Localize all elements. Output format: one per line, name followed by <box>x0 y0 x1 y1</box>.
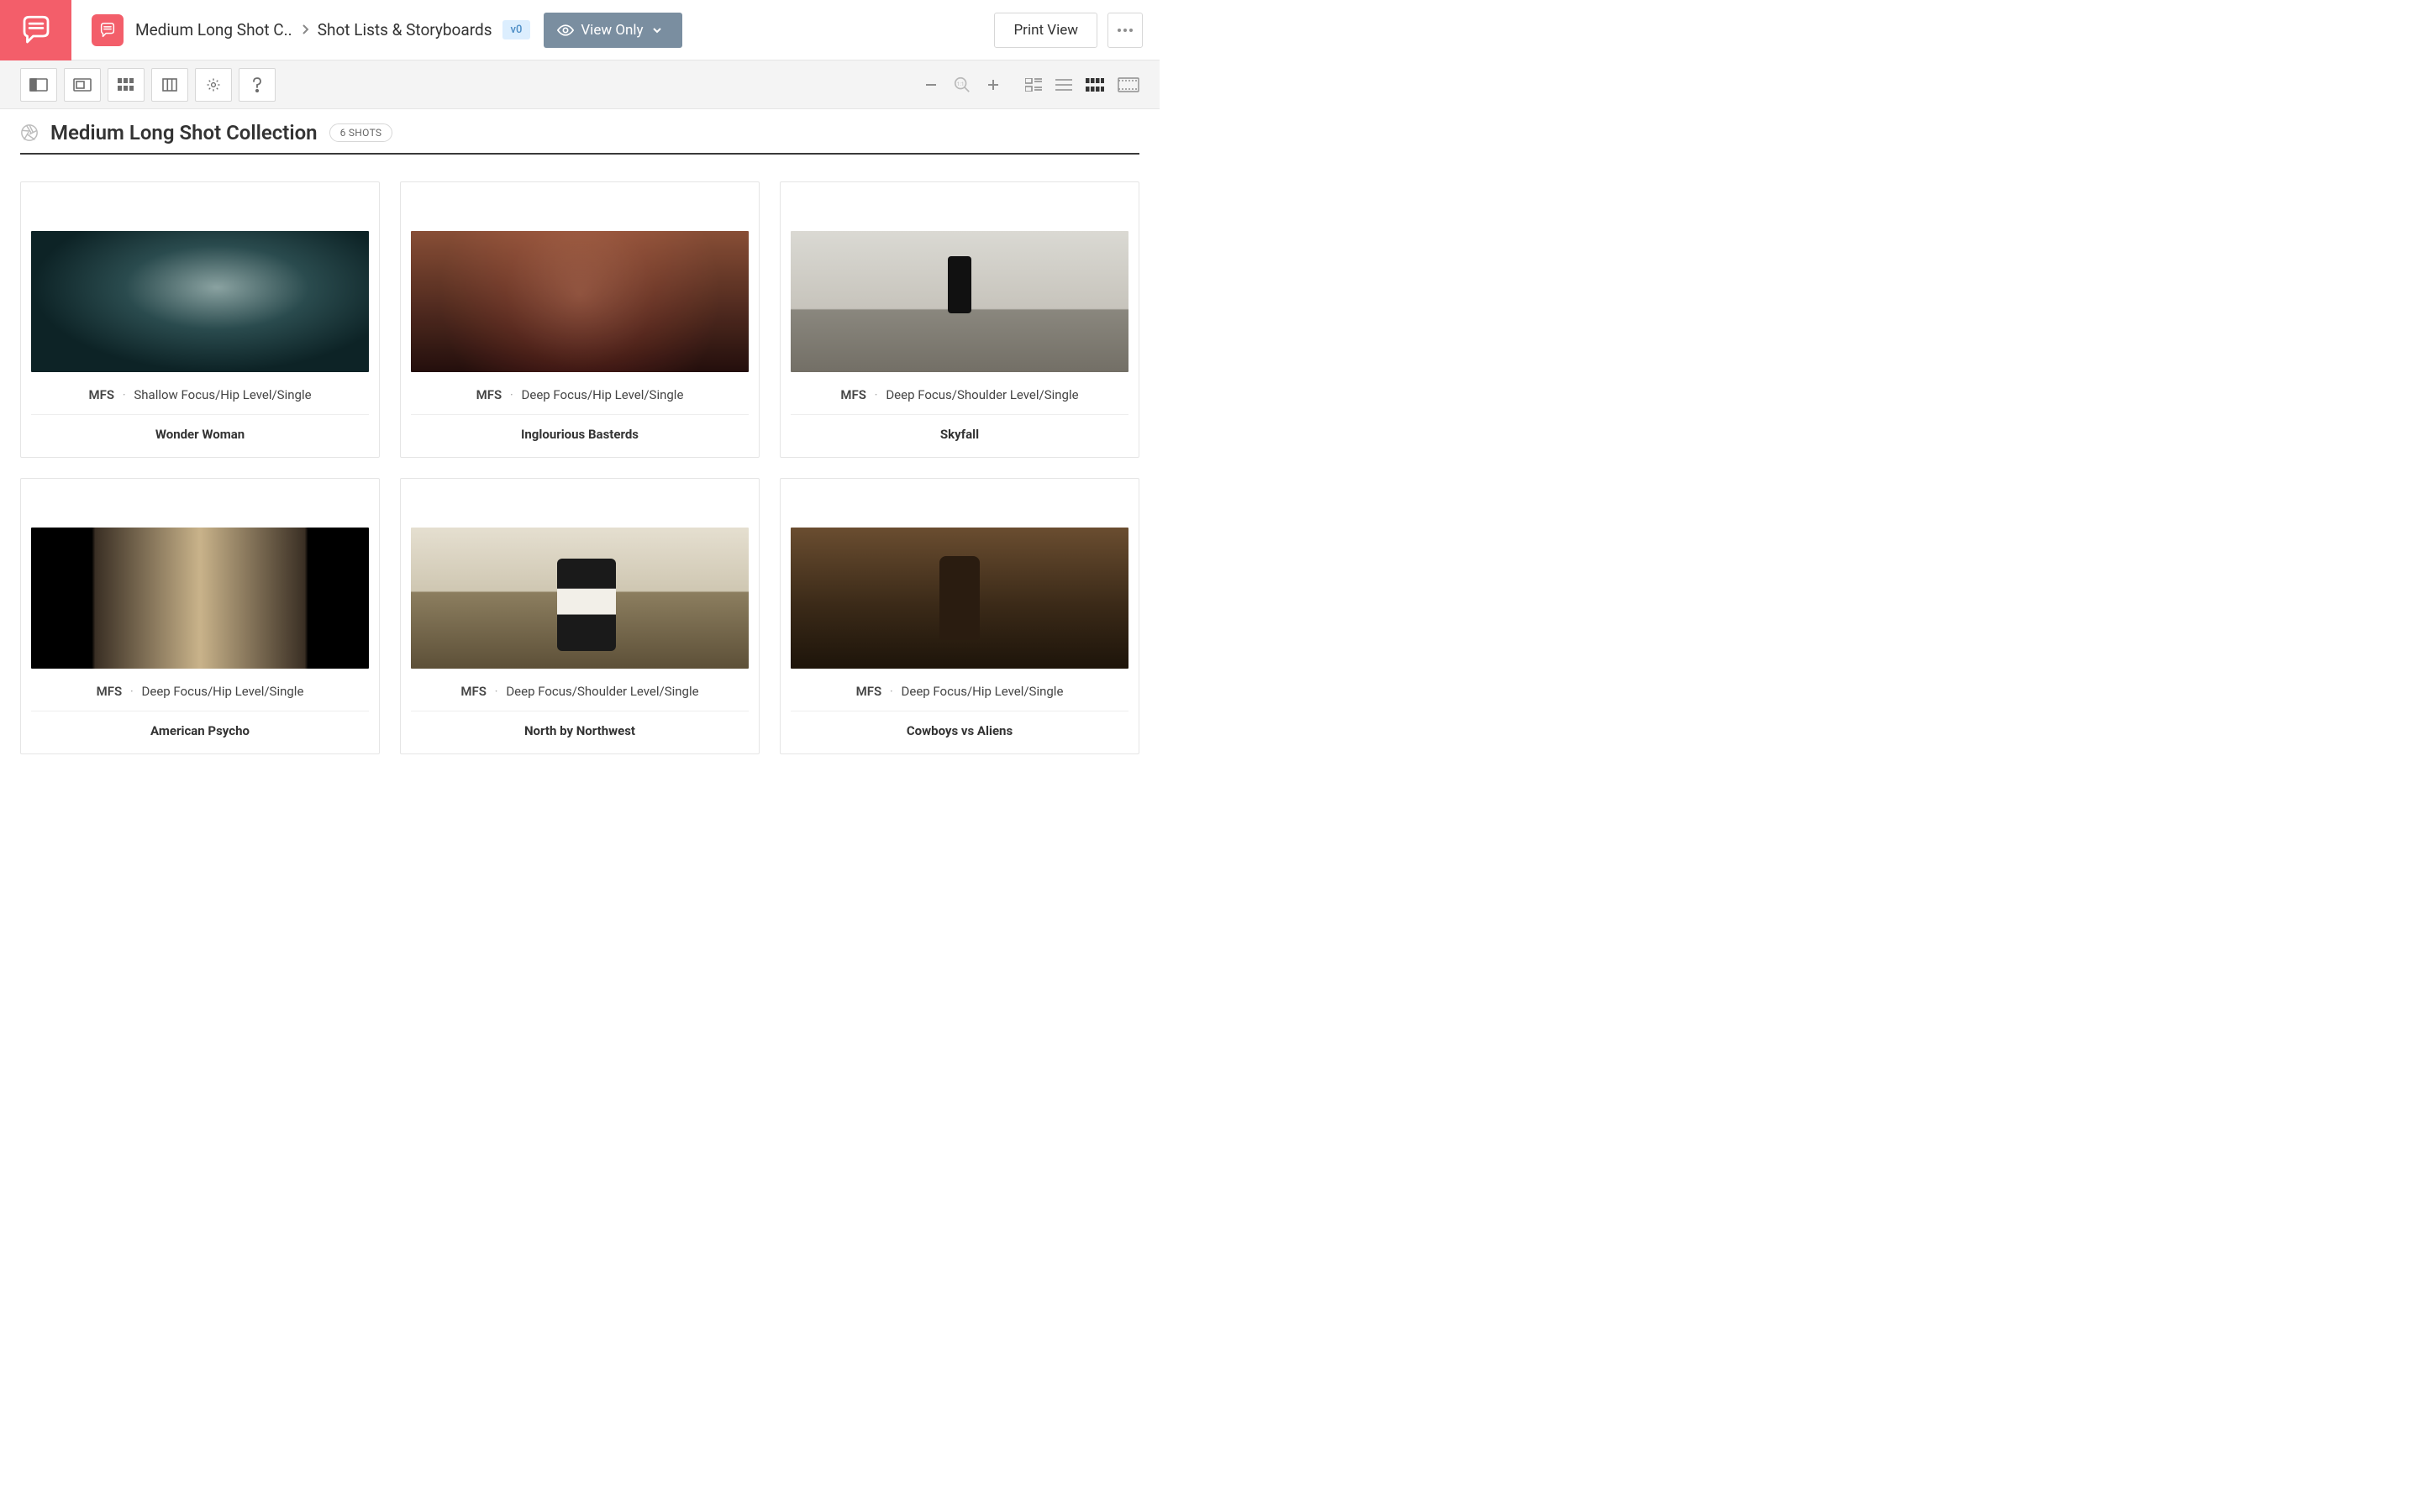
shot-card[interactable]: MFS · Deep Focus/Shoulder Level/Single N… <box>400 478 760 754</box>
shot-size: MFS <box>840 387 866 402</box>
shot-card[interactable]: MFS · Deep Focus/Shoulder Level/Single S… <box>780 181 1139 458</box>
shot-details: Shallow Focus/Hip Level/Single <box>134 387 311 402</box>
shot-meta: MFS · Deep Focus/Hip Level/Single <box>411 387 749 415</box>
shot-card[interactable]: MFS · Shallow Focus/Hip Level/Single Won… <box>20 181 380 458</box>
list-view-button[interactable] <box>1055 78 1072 92</box>
zoom-in-button[interactable] <box>986 78 1000 92</box>
chat-bubble-icon <box>18 13 54 48</box>
shot-details: Deep Focus/Hip Level/Single <box>142 684 304 699</box>
gear-icon <box>206 77 221 92</box>
breadcrumb: Medium Long Shot C.. Shot Lists & Storyb… <box>135 20 492 39</box>
layout-switcher <box>1025 77 1139 92</box>
grid-view-button[interactable] <box>108 68 145 102</box>
shot-film-title: North by Northwest <box>411 723 749 738</box>
shots-grid: MFS · Shallow Focus/Hip Level/Single Won… <box>20 181 1139 754</box>
view-mode-label: View Only <box>581 22 643 39</box>
filmstrip-view-button[interactable] <box>1118 77 1139 92</box>
page-title: Medium Long Shot Collection <box>50 121 318 144</box>
toolbar: 1:1 <box>0 60 1160 109</box>
shot-details: Deep Focus/Hip Level/Single <box>902 684 1064 699</box>
shot-film-title: American Psycho <box>31 723 369 738</box>
shot-meta: MFS · Deep Focus/Shoulder Level/Single <box>411 684 749 711</box>
breadcrumb-section[interactable]: Shot Lists & Storyboards <box>318 20 492 39</box>
chevron-right-icon <box>301 20 309 39</box>
grid-large-view-button[interactable] <box>1086 78 1104 92</box>
sidebar-icon <box>29 78 48 92</box>
shot-film-title: Wonder Woman <box>31 427 369 442</box>
ellipsis-icon <box>1117 28 1134 33</box>
shot-thumbnail <box>411 528 749 669</box>
shot-count-badge: 6 SHOTS <box>329 123 393 142</box>
aperture-icon <box>20 123 39 142</box>
shot-film-title: Inglourious Basterds <box>411 427 749 442</box>
help-button[interactable] <box>239 68 276 102</box>
shot-thumbnail <box>791 528 1128 669</box>
shot-size: MFS <box>97 684 123 699</box>
shot-size: MFS <box>88 387 114 402</box>
grid-icon <box>118 78 134 92</box>
chat-bubble-icon <box>98 21 117 39</box>
more-menu-button[interactable] <box>1107 13 1143 48</box>
shot-details: Deep Focus/Shoulder Level/Single <box>886 387 1078 402</box>
main-content: Medium Long Shot Collection 6 SHOTS MFS … <box>0 109 1160 780</box>
shot-film-title: Skyfall <box>791 427 1128 442</box>
project-icon[interactable] <box>92 14 124 46</box>
shot-size: MFS <box>476 387 502 402</box>
shot-size: MFS <box>460 684 487 699</box>
shot-card[interactable]: MFS · Deep Focus/Hip Level/Single Inglou… <box>400 181 760 458</box>
shot-details: Deep Focus/Hip Level/Single <box>522 387 684 402</box>
zoom-controls: 1:1 <box>924 76 1000 94</box>
view-mode-dropdown[interactable]: View Only <box>544 13 681 48</box>
eye-icon <box>557 24 574 36</box>
frame-icon <box>73 78 92 92</box>
list-detail-view-button[interactable] <box>1025 78 1042 92</box>
frame-view-button[interactable] <box>64 68 101 102</box>
shot-details: Deep Focus/Shoulder Level/Single <box>506 684 698 699</box>
chevron-down-icon <box>652 27 662 34</box>
print-view-button[interactable]: Print View <box>994 13 1097 48</box>
columns-icon <box>162 78 177 92</box>
question-icon <box>252 77 262 92</box>
shot-thumbnail <box>31 528 369 669</box>
shot-thumbnail <box>31 231 369 372</box>
shot-meta: MFS · Deep Focus/Shoulder Level/Single <box>791 387 1128 415</box>
collection-header: Medium Long Shot Collection 6 SHOTS <box>20 121 1139 155</box>
shot-thumbnail <box>791 231 1128 372</box>
breadcrumb-project[interactable]: Medium Long Shot C.. <box>135 20 292 39</box>
top-bar: Medium Long Shot C.. Shot Lists & Storyb… <box>0 0 1160 60</box>
shot-meta: MFS · Deep Focus/Hip Level/Single <box>791 684 1128 711</box>
zoom-out-button[interactable] <box>924 78 938 92</box>
shot-card[interactable]: MFS · Deep Focus/Hip Level/Single Americ… <box>20 478 380 754</box>
app-logo[interactable] <box>0 0 71 60</box>
shot-size: MFS <box>856 684 882 699</box>
shot-meta: MFS · Deep Focus/Hip Level/Single <box>31 684 369 711</box>
version-badge[interactable]: v0 <box>502 20 531 39</box>
shot-card[interactable]: MFS · Deep Focus/Hip Level/Single Cowboy… <box>780 478 1139 754</box>
zoom-reset-button[interactable]: 1:1 <box>953 76 971 94</box>
panel-toggle-button[interactable] <box>20 68 57 102</box>
shot-meta: MFS · Shallow Focus/Hip Level/Single <box>31 387 369 415</box>
columns-view-button[interactable] <box>151 68 188 102</box>
shot-thumbnail <box>411 231 749 372</box>
settings-button[interactable] <box>195 68 232 102</box>
svg-text:1:1: 1:1 <box>957 80 965 87</box>
shot-film-title: Cowboys vs Aliens <box>791 723 1128 738</box>
